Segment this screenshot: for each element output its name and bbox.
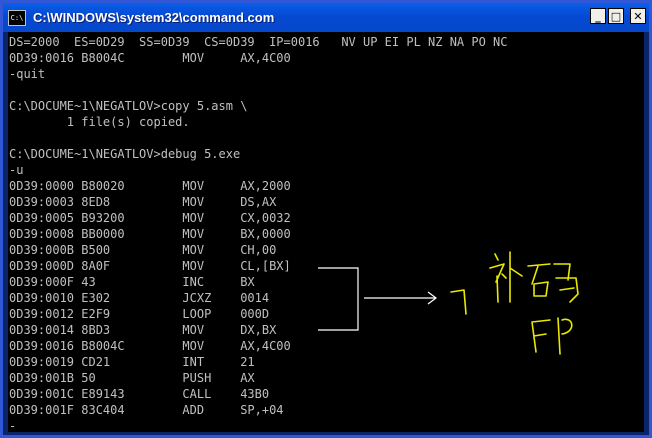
- console-line: -u: [9, 163, 24, 177]
- console-line: 0D39:0012 E2F9 LOOP 000D: [9, 307, 270, 321]
- console-line: 0D39:000B B500 MOV CH,00: [9, 243, 277, 257]
- console-line: 1 file(s) copied.: [9, 115, 190, 129]
- console-line: 0D39:001F 83C404 ADD SP,+04: [9, 403, 284, 417]
- command-window: C:\ C:\WINDOWS\system32\command.com _ □ …: [0, 0, 652, 438]
- console-line: 0D39:0008 BB0000 MOV BX,0000: [9, 227, 291, 241]
- console-line: -: [9, 419, 17, 432]
- console-line: 0D39:0014 8BD3 MOV DX,BX: [9, 323, 277, 337]
- console-line: 0D39:000D 8A0F MOV CL,[BX]: [9, 259, 291, 273]
- console-line: 0D39:001C E89143 CALL 43B0: [9, 387, 270, 401]
- console-line: 0D39:0016 B8004C MOV AX,4C00: [9, 51, 291, 65]
- title-bar[interactable]: C:\ C:\WINDOWS\system32\command.com _ □ …: [3, 3, 649, 32]
- console-line: 0D39:000F 43 INC BX: [9, 275, 255, 289]
- console-line: 0D39:0016 B8004C MOV AX,4C00: [9, 339, 291, 353]
- console-line: 0D39:0010 E302 JCXZ 0014: [9, 291, 270, 305]
- cmd-icon[interactable]: C:\: [8, 9, 26, 26]
- console-line: C:\DOCUME~1\NEGATLOV>copy 5.asm \: [9, 99, 248, 113]
- console-line: 0D39:0003 8ED8 MOV DS,AX: [9, 195, 277, 209]
- console-line: 0D39:0005 B93200 MOV CX,0032: [9, 211, 291, 225]
- console-line: DS=2000 ES=0D29 SS=0D39 CS=0D39 IP=0016 …: [9, 35, 508, 49]
- console-line: 0D39:0019 CD21 INT 21: [9, 355, 255, 369]
- console-line: C:\DOCUME~1\NEGATLOV>debug 5.exe: [9, 147, 241, 161]
- window-title: C:\WINDOWS\system32\command.com: [33, 10, 275, 25]
- console-line: 0D39:001B 50 PUSH AX: [9, 371, 255, 385]
- console-line: 0D39:0000 B80020 MOV AX,2000: [9, 179, 291, 193]
- console-line: -quit: [9, 67, 46, 81]
- maximize-button[interactable]: □: [608, 8, 624, 24]
- minimize-button[interactable]: _: [590, 8, 606, 24]
- console-output[interactable]: DS=2000 ES=0D29 SS=0D39 CS=0D39 IP=0016 …: [8, 32, 644, 432]
- close-button[interactable]: ✕: [630, 8, 646, 24]
- console-lines: DS=2000 ES=0D29 SS=0D39 CS=0D39 IP=0016 …: [8, 32, 644, 432]
